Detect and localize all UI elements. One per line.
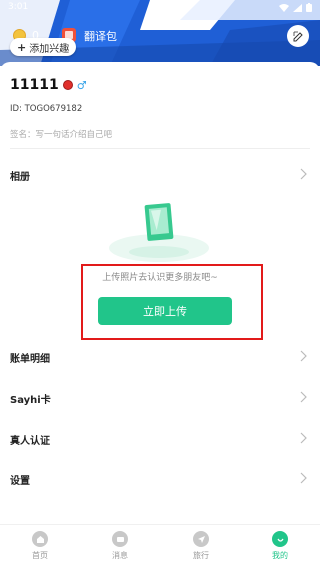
edit-icon [293, 27, 304, 46]
menu-item-verification[interactable]: 真人认证 [0, 428, 320, 450]
status-time: 3:01 [8, 2, 29, 12]
signature-field[interactable]: 签名：写一句话介绍自己吧 [10, 128, 112, 140]
profile-card: 11111 ♂ ID: TOGO679182 签名：写一句话介绍自己吧 相册 上… [0, 62, 320, 532]
username: 11111 [10, 77, 59, 93]
user-id: ID: TOGO679182 [10, 104, 83, 114]
chevron-right-icon [300, 168, 307, 180]
album-title: 相册 [10, 172, 30, 183]
profile-banner: 3:01 0 翻译包 + 添加兴趣 [0, 0, 320, 66]
highlight-frame [81, 264, 263, 340]
menu-item-label: 设置 [10, 476, 30, 487]
album-row[interactable]: 相册 [0, 164, 320, 186]
smile-icon [272, 531, 288, 547]
wifi-icon [279, 3, 289, 15]
add-interest-button[interactable]: + 添加兴趣 [10, 38, 77, 56]
menu-item-billing[interactable]: 账单明细 [0, 346, 320, 368]
bottom-nav: 首页 消息 旅行 我的 [0, 524, 320, 568]
battery-icon [306, 3, 312, 15]
nav-item-home[interactable]: 首页 [20, 531, 60, 561]
menu-item-label: 真人认证 [10, 436, 50, 447]
edit-profile-button[interactable] [287, 25, 309, 47]
nav-item-messages[interactable]: 消息 [100, 531, 140, 561]
chevron-right-icon [300, 472, 307, 484]
username-row: 11111 ♂ [10, 77, 87, 93]
translation-pack-label[interactable]: 翻译包 [84, 28, 117, 44]
gender-male-icon: ♂ [76, 78, 87, 92]
chevron-right-icon [300, 432, 307, 444]
record-dot-icon [62, 80, 73, 90]
paper-plane-icon [193, 531, 209, 547]
message-icon [112, 531, 128, 547]
nav-label: 首页 [32, 551, 48, 560]
nav-item-travel[interactable]: 旅行 [181, 531, 221, 561]
signal-icon [293, 3, 302, 15]
menu-item-label: 账单明细 [10, 354, 50, 365]
menu-item-settings[interactable]: 设置 [0, 468, 320, 490]
status-bar: 3:01 [0, 2, 320, 16]
nav-item-me[interactable]: 我的 [260, 531, 300, 561]
nav-label: 我的 [272, 551, 288, 560]
nav-label: 旅行 [193, 551, 209, 560]
divider [10, 148, 310, 149]
menu-item-sayhi-card[interactable]: Sayhi卡 [0, 387, 320, 409]
chevron-right-icon [300, 391, 307, 403]
chevron-right-icon [300, 350, 307, 362]
empty-album-illustration [109, 203, 209, 262]
menu-item-label: Sayhi卡 [10, 395, 51, 406]
nav-label: 消息 [112, 551, 128, 560]
plus-icon: + [17, 40, 27, 54]
add-interest-label: 添加兴趣 [29, 43, 70, 55]
home-icon [32, 531, 48, 547]
